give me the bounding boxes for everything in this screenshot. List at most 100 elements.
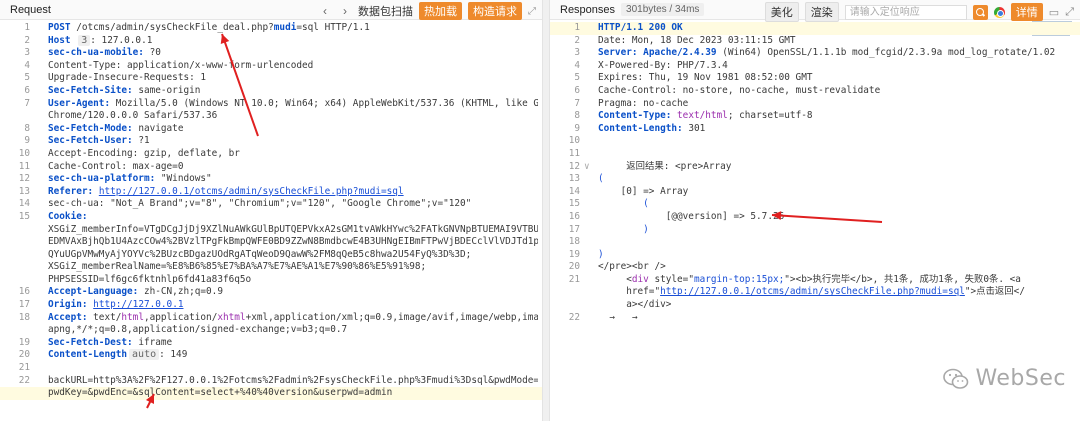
- code-line[interactable]: 22 backURL=http%3A%2F%2F127.0.0.1%2Fotcms…: [0, 375, 542, 388]
- code-line[interactable]: 15 Cookie:: [0, 211, 542, 224]
- packet-scan-button[interactable]: 数据包扫描: [358, 3, 413, 19]
- code-line[interactable]: 2 Date: Mon, 18 Dec 2023 03:11:15 GMT: [550, 35, 1080, 48]
- response-editor[interactable]: 1 HTTP/1.1 200 OK 2 Date: Mon, 18 Dec 2023 …: [550, 22, 1080, 324]
- line-text: HTTP/1.1 200 OK: [598, 22, 1076, 35]
- code-line[interactable]: a></div>: [550, 299, 1080, 312]
- code-line[interactable]: 12 sec-ch-ua-platform: "Windows": [0, 173, 542, 186]
- token: Chrome/120.0.0.0 Safari/537.36: [48, 110, 218, 122]
- hot-load-button[interactable]: 热加载: [419, 2, 462, 20]
- code-line[interactable]: 14 [0] => Array: [550, 186, 1080, 199]
- code-line[interactable]: 13 (: [550, 173, 1080, 186]
- build-request-button[interactable]: 构造请求: [468, 2, 522, 20]
- token: div: [631, 273, 649, 285]
- code-line[interactable]: 14 sec-ch-ua: "Not_A Brand";v="8", "Chrom…: [0, 198, 542, 211]
- token: Accept-Language:: [48, 286, 139, 298]
- line-text: Accept-Encoding: gzip, deflate, br: [48, 148, 538, 161]
- code-line[interactable]: QYuUGpVMwMyAjYOYVc%2BUzcBDgazUOdRgATqWeo…: [0, 249, 542, 262]
- code-line[interactable]: 21 <div style="margin-top:15px;"><b>执行完毕…: [550, 274, 1080, 287]
- token: (: [598, 173, 604, 185]
- code-line[interactable]: 3 sec-ch-ua-mobile: ?0: [0, 47, 542, 60]
- request-editor[interactable]: 1 POST /otcms/admin/sysCheckFile_deal.php…: [0, 22, 542, 400]
- code-line[interactable]: 19 Sec-Fetch-Dest: iframe: [0, 337, 542, 350]
- code-line[interactable]: 12 ∨ 返回结果: <pre>Array: [550, 161, 1080, 174]
- expand-icon[interactable]: ⤢: [1065, 6, 1074, 19]
- code-line[interactable]: 1 POST /otcms/admin/sysCheckFile_deal.php…: [0, 22, 542, 35]
- request-title: Request: [10, 3, 51, 16]
- code-line[interactable]: 19): [550, 249, 1080, 262]
- code-line[interactable]: 15 (: [550, 198, 1080, 211]
- token: pwdKey=&pwdEnc=&sqlContent=select+%40%40…: [48, 387, 393, 399]
- code-line[interactable]: 20 </pre><br />: [550, 261, 1080, 274]
- line-number: 13: [568, 173, 580, 185]
- code-line[interactable]: apng,*/*;q=0.8,application/signed-exchan…: [0, 324, 542, 337]
- token: xhtml: [217, 311, 246, 323]
- code-line[interactable]: 6 Sec-Fetch-Site: same-origin: [0, 85, 542, 98]
- line-text: sec-ch-ua: "Not_A Brand";v="8", "Chromiu…: [48, 198, 538, 211]
- code-line[interactable]: 18 Accept: text/html,application/xhtml+xm…: [0, 312, 542, 325]
- code-line[interactable]: 11: [550, 148, 1080, 161]
- code-line[interactable]: 1 HTTP/1.1 200 OK: [550, 22, 1080, 35]
- code-line[interactable]: 7 Pragma: no-cache: [550, 98, 1080, 111]
- code-line[interactable]: 17 Origin: http://127.0.0.1: [0, 299, 542, 312]
- locate-response-input[interactable]: 请输入定位响应: [844, 4, 967, 20]
- code-line[interactable]: 6 Cache-Control: no-store, no-cache, must…: [550, 85, 1080, 98]
- code-line[interactable]: 13 Referer: http://127.0.0.1/otcms/admin/…: [0, 186, 542, 199]
- token: ; charset=utf-8: [727, 110, 813, 122]
- code-line[interactable]: 16 [@@version] => 5.7.26: [550, 211, 1080, 224]
- code-line[interactable]: 2 Host 3: 127.0.0.1: [0, 34, 542, 48]
- code-line[interactable]: 18: [550, 236, 1080, 249]
- code-line[interactable]: 11 Cache-Control: max-age=0: [0, 161, 542, 174]
- code-line[interactable]: href="http://127.0.0.1/otcms/admin/sysCh…: [550, 286, 1080, 299]
- beautify-button[interactable]: 美化: [764, 2, 799, 22]
- code-line[interactable]: 8 Content-Type: text/html; charset=utf-8: [550, 110, 1080, 123]
- token: =sql HTTP/1.1: [296, 22, 370, 33]
- code-line[interactable]: 16 Accept-Language: zh-CN,zh;q=0.9: [0, 286, 542, 299]
- comment-icon[interactable]: ▭: [1049, 6, 1059, 19]
- token: Sec-Fetch-User:: [48, 135, 133, 147]
- code-line[interactable]: 22 → →: [550, 312, 1080, 325]
- token: Cache-Control: no-store, no-cache, must-…: [598, 84, 881, 96]
- line-number: 4: [24, 59, 30, 71]
- code-line[interactable]: XSGiZ_memberRealName=%E8%B6%85%E7%BA%A7%…: [0, 261, 542, 274]
- chevron-right-icon[interactable]: ›: [338, 4, 352, 18]
- code-line[interactable]: 4 X-Powered-By: PHP/7.3.4: [550, 60, 1080, 73]
- token: QYuUGpVMwMyAjYOYVc%2BUzcBDgazUOdRgATqWeo…: [48, 248, 472, 260]
- search-icon[interactable]: [972, 4, 988, 20]
- code-line[interactable]: 21: [0, 362, 542, 375]
- code-line[interactable]: 20 Content-Length auto: 149: [0, 349, 542, 362]
- code-line[interactable]: Chrome/120.0.0.0 Safari/537.36: [0, 110, 542, 123]
- code-line[interactable]: 4 Content-Type: application/x-www-form-ur…: [0, 60, 542, 73]
- token: <: [598, 273, 632, 285]
- details-button[interactable]: 详情: [1010, 3, 1043, 21]
- response-size-badge: 301bytes / 34ms: [621, 3, 705, 16]
- line-number: 14: [568, 185, 580, 197]
- token: zh-CN,zh;q=0.9: [138, 286, 223, 298]
- fold-chevron-icon[interactable]: ∨: [584, 161, 590, 174]
- token: 3: [78, 34, 91, 46]
- code-line[interactable]: pwdKey=&pwdEnc=&sqlContent=select+%40%40…: [0, 387, 542, 400]
- code-line[interactable]: 10 Accept-Encoding: gzip, deflate, br: [0, 148, 542, 161]
- code-line[interactable]: 10: [550, 135, 1080, 148]
- code-line[interactable]: EDMVAxBjhQb1U4AzcCOw4%2BVzlTPgFkBmpQWFE0…: [0, 236, 542, 249]
- code-line[interactable]: PHPSESSID=lf6gc6fktnhlp6fd41a83f6q5o: [0, 274, 542, 287]
- code-line[interactable]: 5 Expires: Thu, 19 Nov 1981 08:52:00 GMT: [550, 72, 1080, 85]
- watermark-text: WebSec: [975, 366, 1066, 391]
- chrome-icon[interactable]: [993, 6, 1005, 18]
- expand-icon[interactable]: ⤢: [528, 6, 536, 17]
- code-line[interactable]: 9 Sec-Fetch-User: ?1: [0, 135, 542, 148]
- code-line[interactable]: 3 Server: Apache/2.4.39 (Win64) OpenSSL/1…: [550, 47, 1080, 60]
- code-line[interactable]: 7 User-Agent: Mozilla/5.0 (Windows NT 10.…: [0, 98, 542, 111]
- line-number: 10: [568, 135, 580, 147]
- code-line[interactable]: XSGiZ_memberInfo=VTgDCgJjDj9XZlNuAWkGUlB…: [0, 224, 542, 237]
- code-line[interactable]: 8 Sec-Fetch-Mode: navigate: [0, 123, 542, 136]
- code-line[interactable]: 5 Upgrade-Insecure-Requests: 1: [0, 72, 542, 85]
- token: User-Agent:: [48, 97, 111, 109]
- code-line[interactable]: 17 ): [550, 224, 1080, 237]
- chevron-left-icon[interactable]: ‹: [318, 4, 332, 18]
- line-text: User-Agent: Mozilla/5.0 (Windows NT 10.0…: [48, 98, 538, 111]
- code-line[interactable]: 9 Content-Length: 301: [550, 123, 1080, 136]
- line-text: Accept-Language: zh-CN,zh;q=0.9: [48, 286, 538, 299]
- line-text: backURL=http%3A%2F%2F127.0.0.1%2Fotcms%2…: [48, 375, 538, 388]
- render-button[interactable]: 渲染: [804, 2, 839, 22]
